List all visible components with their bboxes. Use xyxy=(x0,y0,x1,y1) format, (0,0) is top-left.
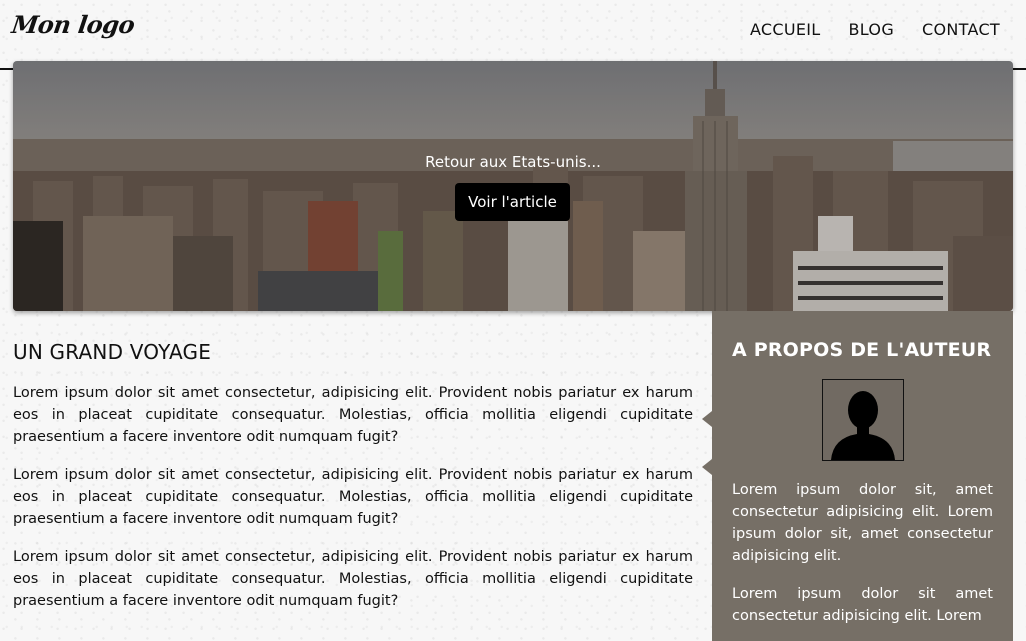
sidebar-paragraph: Lorem ipsum dolor sit amet consectetur a… xyxy=(732,586,993,624)
sidebar-title: A PROPOS DE L'AUTEUR xyxy=(732,339,992,361)
article-paragraph: Lorem ipsum dolor sit amet consectetur, … xyxy=(13,467,693,527)
sidebar-paragraph: Lorem ipsum dolor sit, amet consectetur … xyxy=(732,482,993,564)
avatar xyxy=(821,379,904,461)
view-article-button[interactable]: Voir l'article xyxy=(455,183,570,221)
nav-contact[interactable]: CONTACT xyxy=(922,20,1000,39)
main-nav: ACCUEIL BLOG CONTACT xyxy=(750,20,1000,39)
article-paragraph: Lorem ipsum dolor sit amet consectetur, … xyxy=(13,385,693,445)
user-silhouette-icon xyxy=(830,391,895,460)
hero-banner: Retour aux Etats-unis... Voir l'article xyxy=(13,61,1013,311)
nav-accueil[interactable]: ACCUEIL xyxy=(750,20,821,39)
article-paragraph: Lorem ipsum dolor sit amet consectetur, … xyxy=(13,549,693,609)
site-logo[interactable]: Mon logo xyxy=(10,10,136,39)
article-title: UN GRAND VOYAGE xyxy=(13,340,212,364)
hero-caption: Retour aux Etats-unis... xyxy=(425,153,601,171)
nav-blog[interactable]: BLOG xyxy=(849,20,895,39)
article: UN GRAND VOYAGE Lorem ipsum dolor sit am… xyxy=(13,340,693,628)
author-sidebar: A PROPOS DE L'AUTEUR Lorem ipsum dolor s… xyxy=(702,311,1013,641)
